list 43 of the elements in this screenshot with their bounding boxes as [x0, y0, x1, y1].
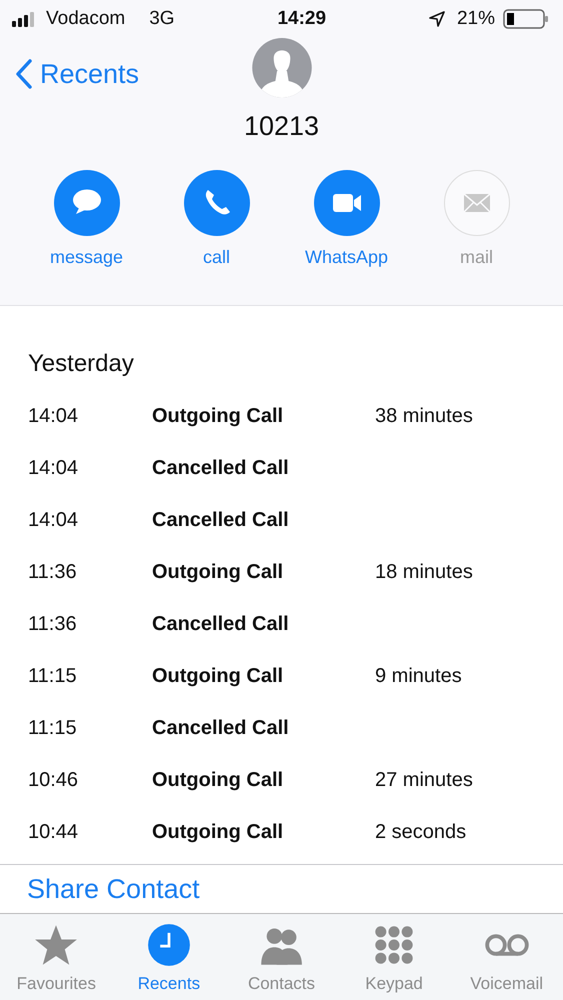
tab-bar-item[interactable]: Recents — [112, 922, 225, 996]
share-contact-link[interactable]: Share Contact — [27, 869, 200, 910]
battery-icon — [502, 9, 549, 29]
clock-icon — [146, 922, 191, 966]
call-time: 10:44 — [28, 820, 80, 845]
call-type: Outgoing Call — [152, 560, 284, 585]
call-type: Outgoing Call — [152, 664, 284, 689]
call-time: 11:36 — [28, 612, 78, 637]
call-action-button[interactable]: call — [162, 170, 272, 271]
call-time: 10:46 — [28, 768, 80, 793]
call-type: Cancelled Call — [152, 508, 290, 533]
battery-percent: 21% — [456, 6, 495, 31]
call-type: Cancelled Call — [152, 716, 290, 741]
video-action-button[interactable]: WhatsApp — [292, 170, 402, 271]
call-type: Outgoing Call — [152, 768, 284, 793]
tab-bar-item[interactable]: Contacts — [225, 922, 338, 996]
call-time: 14:04 — [28, 508, 80, 533]
call-type: Cancelled Call — [152, 612, 290, 637]
carrier-name: Vodacom — [46, 6, 126, 31]
call-time: 14:04 — [28, 404, 80, 429]
call-duration: 38 minutes — [375, 404, 473, 429]
message-action-button[interactable]: message — [32, 170, 142, 271]
back-button[interactable]: Recents — [16, 54, 140, 94]
back-chevron-icon — [16, 59, 32, 90]
call-time: 11:36 — [28, 560, 78, 585]
contact-number: 10213 — [244, 110, 320, 142]
call-type: Outgoing Call — [152, 404, 284, 429]
call-duration: 9 minutes — [375, 664, 462, 689]
call-duration: 18 minutes — [375, 560, 473, 585]
status-time: 14:29 — [277, 6, 326, 31]
call-time: 14:04 — [28, 456, 80, 481]
tab-bar-item[interactable]: Keypad — [338, 922, 450, 996]
network-type: 3G — [149, 6, 175, 31]
tab-bar-item[interactable]: Favourites — [0, 922, 112, 996]
call-time: 11:15 — [28, 716, 78, 741]
call-duration: 2 seconds — [375, 820, 466, 845]
call-type: Outgoing Call — [152, 820, 284, 845]
section-heading: Yesterday — [27, 349, 135, 379]
tab-bar-item[interactable]: Voicemail — [450, 922, 563, 996]
call-time: 11:15 — [28, 664, 78, 689]
call-type: Cancelled Call — [152, 456, 290, 481]
location-icon — [428, 11, 445, 27]
call-duration: 27 minutes — [375, 768, 473, 793]
